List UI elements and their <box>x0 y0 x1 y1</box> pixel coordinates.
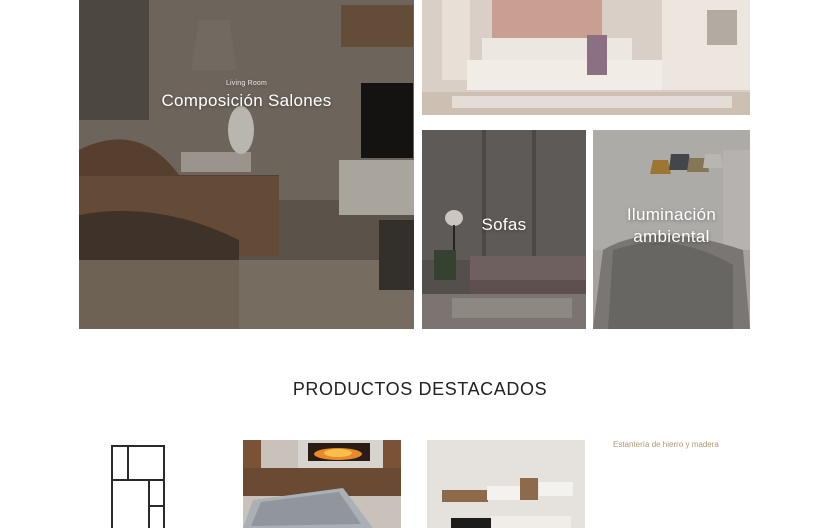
collection-tile-bedroom[interactable] <box>422 0 750 115</box>
product-card-mirror[interactable] <box>79 440 239 528</box>
wall-unit-image <box>427 440 585 528</box>
product-card-fireplace[interactable] <box>243 440 401 528</box>
featured-heading: PRODUCTOS DESTACADOS <box>292 379 548 399</box>
collection-title: Composición Salones <box>161 91 332 110</box>
collection-title: Sofas <box>481 215 527 234</box>
collection-tile-living-room[interactable]: Living Room Composición Salones <box>79 0 414 329</box>
collection-tile-sofas[interactable]: Sofas <box>422 130 586 329</box>
product-name-link[interactable]: Estantería de hierro y madera <box>613 440 719 449</box>
living-room-image <box>79 0 414 329</box>
collection-title: Iluminación ambiental <box>626 205 717 246</box>
product-card-wall-unit[interactable] <box>427 440 585 528</box>
fireplace-room-image <box>243 440 401 528</box>
collection-kicker: Living Room <box>225 80 268 87</box>
mirror-frame-image <box>79 440 239 528</box>
bedroom-image <box>422 0 750 115</box>
collection-tile-lighting[interactable]: Iluminación ambiental <box>593 130 750 329</box>
